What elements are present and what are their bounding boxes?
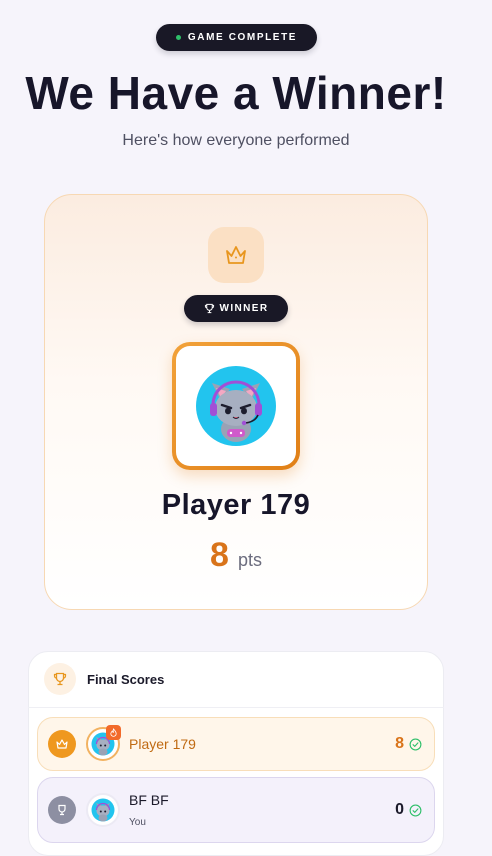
winner-avatar bbox=[172, 342, 300, 470]
player-name: BF BF bbox=[129, 792, 169, 808]
cat-avatar-image bbox=[196, 366, 276, 446]
winner-name: Player 179 bbox=[161, 489, 311, 521]
player-score: 8 bbox=[395, 735, 404, 752]
cat-avatar-image bbox=[91, 798, 115, 822]
final-scores-header: Final Scores bbox=[28, 651, 444, 708]
page-title: We Have a Winner! bbox=[25, 67, 447, 119]
winner-points-unit: pts bbox=[237, 550, 262, 570]
score-row[interactable]: Player 179 8 bbox=[37, 717, 435, 771]
fire-icon bbox=[106, 725, 121, 740]
winner-points: 8 pts bbox=[44, 536, 428, 575]
check-circle-icon bbox=[409, 738, 422, 750]
winner-points-value: 8 bbox=[210, 536, 229, 574]
trophy-icon bbox=[204, 303, 214, 314]
game-complete-label: GAME COMPLETE bbox=[187, 32, 298, 43]
player-name: Player 179 bbox=[129, 736, 196, 752]
crown-icon bbox=[48, 730, 76, 758]
score-row[interactable]: BF BF You 0 bbox=[37, 777, 435, 843]
crown-icon bbox=[208, 227, 264, 283]
avatar bbox=[86, 793, 120, 827]
check-circle-icon bbox=[409, 804, 422, 816]
you-label: You bbox=[129, 817, 146, 828]
page-subtitle: Here's how everyone performed bbox=[122, 132, 350, 149]
winner-badge: WINNER bbox=[184, 295, 288, 322]
game-complete-badge: GAME COMPLETE bbox=[156, 24, 317, 51]
winner-badge-label: WINNER bbox=[219, 303, 269, 314]
medal-icon bbox=[48, 796, 76, 824]
final-scores-title: Final Scores bbox=[87, 671, 165, 687]
status-dot bbox=[175, 35, 181, 40]
avatar bbox=[86, 725, 121, 761]
player-score: 0 bbox=[395, 801, 404, 818]
trophy-icon bbox=[44, 663, 76, 695]
